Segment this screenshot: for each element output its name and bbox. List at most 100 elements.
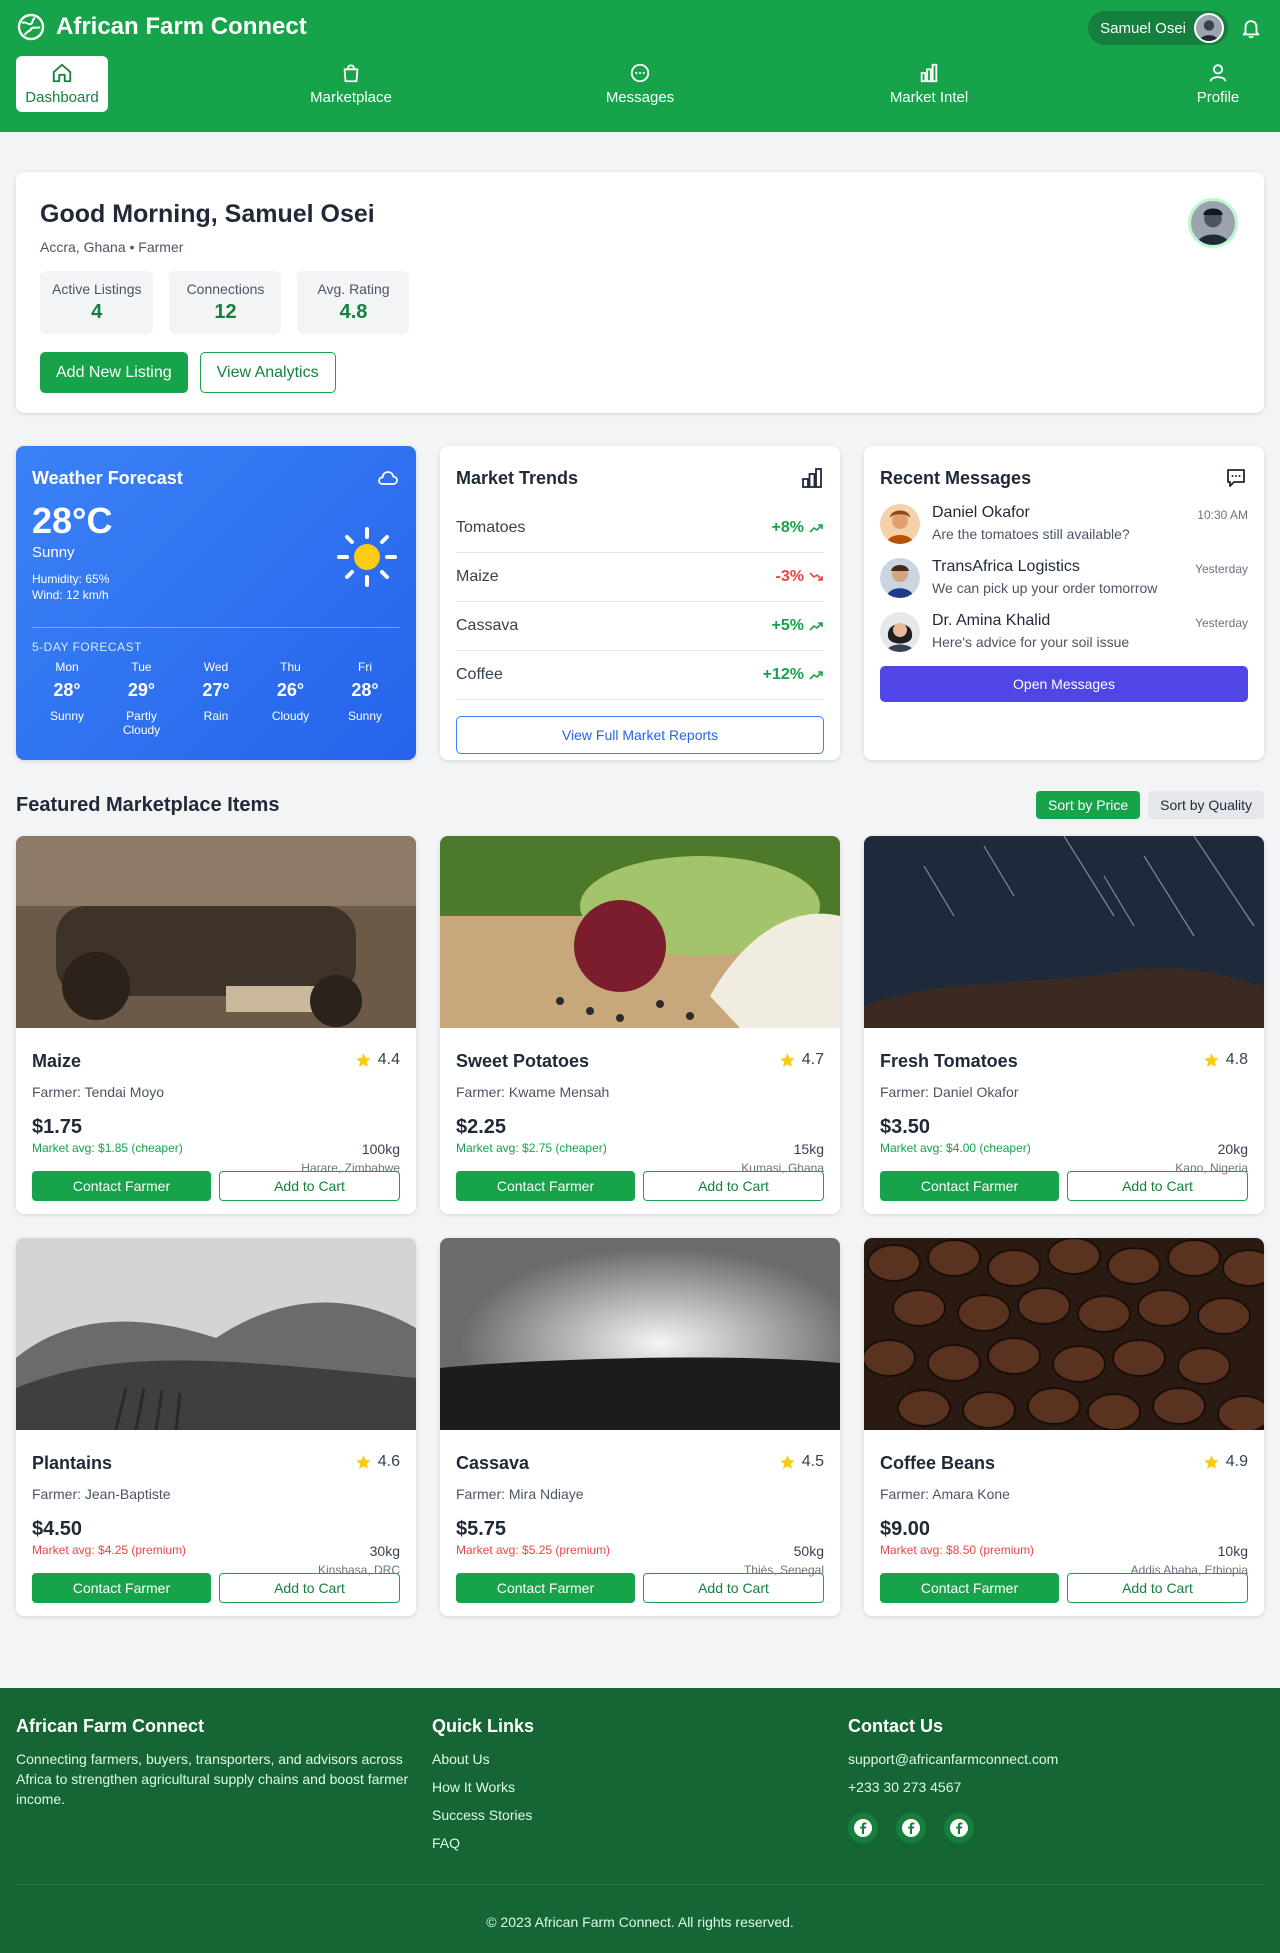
trend-change: +12% <box>763 666 824 684</box>
product-card[interactable]: Fresh Tomatoes 4.8 Farmer: Daniel Okafor… <box>864 836 1264 1214</box>
footer-link-faq[interactable]: FAQ <box>432 1835 534 1851</box>
facebook-link[interactable] <box>944 1813 974 1843</box>
view-analytics-button[interactable]: View Analytics <box>199 352 336 393</box>
rating-value: 4.4 <box>377 1051 400 1068</box>
sender-name: TransAfrica Logistics <box>932 558 1080 575</box>
day-condition: Cloudy <box>271 709 310 723</box>
star-icon <box>1204 1454 1219 1469</box>
cloud-icon <box>378 471 398 485</box>
brand[interactable]: African Farm Connect <box>16 12 307 42</box>
message-time: 10:30 AM <box>1197 508 1248 522</box>
day-temp: 28° <box>53 680 81 700</box>
product-price: $2.25 <box>456 1116 507 1138</box>
stat-value: 12 <box>214 301 237 323</box>
crop-name: Tomatoes <box>456 519 526 536</box>
crop-name: Cassava <box>456 617 519 634</box>
contact-farmer-button[interactable]: Contact Farmer <box>32 1573 211 1603</box>
bar-chart-icon <box>802 468 822 488</box>
nav-market-intel[interactable]: Market Intel <box>883 56 975 112</box>
nav-dashboard[interactable]: Dashboard <box>16 56 108 112</box>
nav-messages[interactable]: Messages <box>594 56 686 112</box>
day-condition: Partly Cloudy <box>122 709 161 737</box>
contact-farmer-button[interactable]: Contact Farmer <box>456 1573 635 1603</box>
user-avatar <box>1194 13 1224 43</box>
add-to-cart-button[interactable]: Add to Cart <box>219 1171 400 1201</box>
change-value: +8% <box>771 519 804 536</box>
nav-marketplace[interactable]: Marketplace <box>305 56 397 112</box>
add-listing-button[interactable]: Add New Listing <box>40 352 188 393</box>
day-condition: Sunny <box>49 709 85 723</box>
greeting: Good Morning, Samuel Osei <box>40 200 375 228</box>
add-to-cart-button[interactable]: Add to Cart <box>643 1573 824 1603</box>
rating-value: 4.9 <box>1225 1453 1248 1470</box>
contact-phone[interactable]: +233 30 273 4567 <box>848 1779 1058 1795</box>
trend-row[interactable]: Tomatoes +8% <box>456 504 824 553</box>
featured-header: Featured Marketplace Items Sort by Price… <box>16 790 1264 820</box>
product-quantity: 15kg <box>793 1141 824 1157</box>
wind: Wind: 12 km/h <box>32 588 109 602</box>
product-card[interactable]: Coffee Beans 4.9 Farmer: Amara Kone $9.0… <box>864 1238 1264 1616</box>
day-temp: 29° <box>127 680 156 700</box>
product-location: Thiès, Senegal <box>743 1563 824 1577</box>
farmer-name: Farmer: Tendai Moyo <box>32 1084 165 1100</box>
forecast-day: Mon 28° Sunny <box>32 660 102 737</box>
footer-link-success-stories[interactable]: Success Stories <box>432 1807 534 1823</box>
globe-logo-icon <box>17 13 45 41</box>
bell-icon[interactable] <box>1240 16 1262 40</box>
nav-label: Marketplace <box>310 89 392 106</box>
product-price: $3.50 <box>880 1116 931 1138</box>
add-to-cart-button[interactable]: Add to Cart <box>643 1171 824 1201</box>
message-item[interactable]: Daniel Okafor Are the tomatoes still avai… <box>880 504 1248 544</box>
product-price: $1.75 <box>32 1116 83 1138</box>
message-item[interactable]: TransAfrica Logistics We can pick up your… <box>880 558 1248 598</box>
add-to-cart-button[interactable]: Add to Cart <box>1067 1573 1248 1603</box>
facebook-link[interactable] <box>848 1813 878 1843</box>
product-card[interactable]: Cassava 4.5 Farmer: Mira Ndiaye $5.75 Ma… <box>440 1238 840 1616</box>
open-messages-button[interactable]: Open Messages <box>880 666 1248 702</box>
product-location: Kano, Nigeria <box>1175 1161 1248 1175</box>
user-menu[interactable]: Samuel Osei <box>1088 11 1228 45</box>
contact-farmer-button[interactable]: Contact Farmer <box>880 1573 1059 1603</box>
product-card[interactable]: Sweet Potatoes 4.7 Farmer: Kwame Mensah … <box>440 836 840 1214</box>
footer-contact: Contact Us support@africanfarmconnect.co… <box>848 1716 1058 1843</box>
product-name: Sweet Potatoes <box>456 1051 590 1071</box>
trend-row[interactable]: Cassava +5% <box>456 602 824 651</box>
trend-row[interactable]: Maize -3% <box>456 553 824 602</box>
stat-connections: Connections 12 <box>169 271 282 334</box>
day-name: Thu <box>280 660 301 674</box>
trend-up-icon <box>809 671 823 680</box>
footer-link-about[interactable]: About Us <box>432 1751 534 1767</box>
sort-by-quality-button[interactable]: Sort by Quality <box>1148 791 1264 819</box>
contact-email[interactable]: support@africanfarmconnect.com <box>848 1751 1058 1767</box>
forecast-title: 5-DAY FORECAST <box>32 640 142 654</box>
facebook-link[interactable] <box>896 1813 926 1843</box>
profile-avatar[interactable] <box>1188 198 1238 248</box>
market-average: Market avg: $4.00 (cheaper) <box>880 1141 1031 1155</box>
site-footer: African Farm Connect Connecting farmers,… <box>0 1688 1280 1953</box>
product-image <box>440 1238 840 1430</box>
user-location-role: Accra, Ghana • Farmer <box>40 239 184 255</box>
message-item[interactable]: Dr. Amina Khalid Here's advice for your s… <box>880 612 1248 652</box>
view-market-reports-button[interactable]: View Full Market Reports <box>456 716 824 754</box>
stat-active-listings: Active Listings 4 <box>40 271 154 334</box>
trend-row[interactable]: Coffee +12% <box>456 651 824 700</box>
footer-link-how-it-works[interactable]: How It Works <box>432 1779 534 1795</box>
add-to-cart-button[interactable]: Add to Cart <box>219 1573 400 1603</box>
trend-list: Tomatoes +8% Maize -3% Cassava +5% Coffe… <box>456 504 824 700</box>
nav-profile[interactable]: Profile <box>1172 56 1264 112</box>
forecast-row: Mon 28° Sunny Tue 29° Partly Cloudy Wed 27° Ra… <box>32 660 400 737</box>
contact-farmer-button[interactable]: Contact Farmer <box>880 1171 1059 1201</box>
market-average: Market avg: $2.75 (cheaper) <box>456 1141 607 1155</box>
product-card[interactable]: Maize 4.4 Farmer: Tendai Moyo $1.75 Mark… <box>16 836 416 1214</box>
market-average: Market avg: $5.25 (premium) <box>456 1543 611 1557</box>
product-price: $4.50 <box>32 1518 83 1540</box>
day-name: Fri <box>358 660 372 674</box>
day-name: Mon <box>55 660 79 674</box>
product-card[interactable]: Plantains 4.6 Farmer: Jean-Baptiste $4.5… <box>16 1238 416 1616</box>
add-to-cart-button[interactable]: Add to Cart <box>1067 1171 1248 1201</box>
contact-farmer-button[interactable]: Contact Farmer <box>456 1171 635 1201</box>
social-links <box>848 1813 1058 1843</box>
contact-farmer-button[interactable]: Contact Farmer <box>32 1171 211 1201</box>
sort-by-price-button[interactable]: Sort by Price <box>1036 791 1141 819</box>
market-average: Market avg: $4.25 (premium) <box>32 1543 187 1557</box>
